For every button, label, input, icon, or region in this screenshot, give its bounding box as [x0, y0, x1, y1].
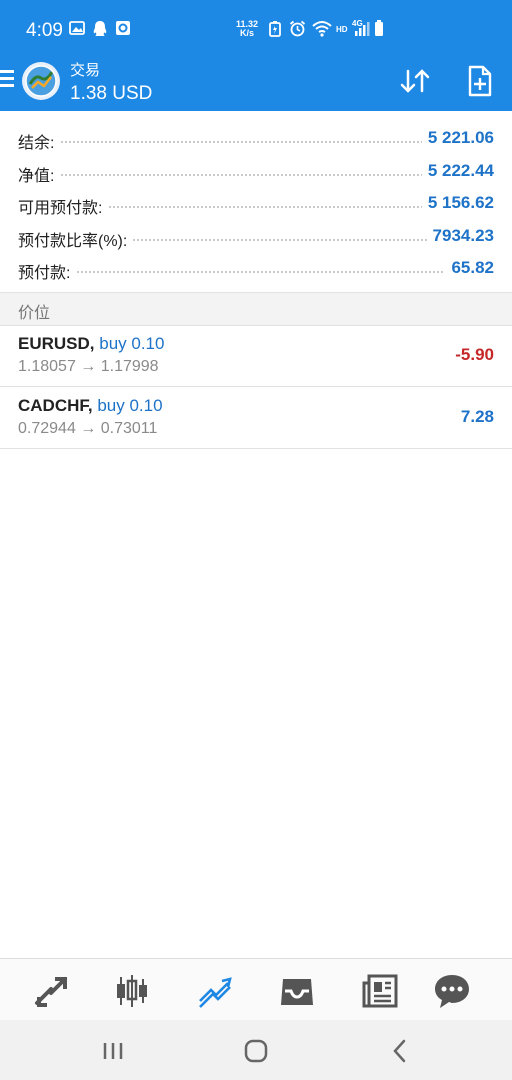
position-symbol: EURUSD, [18, 334, 95, 353]
menu-icon[interactable] [0, 70, 14, 90]
news-icon[interactable] [360, 971, 400, 1011]
positions-list: EURUSD, buy 0.10 1.18057 → 1.17998 -5.90… [0, 325, 512, 449]
summary-value: 65.82 [445, 258, 494, 278]
app-notification-icon [116, 21, 130, 35]
app-header: 交易 1.38 USD [0, 54, 512, 111]
summary-row-equity: 净值: 5 222.44 [0, 156, 512, 189]
hd-label: HD [336, 25, 348, 34]
summary-value: 5 221.06 [421, 128, 494, 148]
chart-icon[interactable] [112, 971, 152, 1011]
section-title: 价位 [18, 305, 51, 322]
top-bar: 4:09 11.32 K/s HD 4G 交易 1.38 USD [0, 0, 512, 111]
summary-row-margin: 预付款: 65.82 [0, 253, 512, 286]
summary-value: 5 222.44 [421, 160, 494, 181]
battery-icon [375, 20, 383, 36]
position-direction: buy 0.10 [97, 396, 163, 415]
position-row[interactable]: EURUSD, buy 0.10 1.18057 → 1.17998 -5.90 [0, 325, 512, 387]
wifi-icon [312, 21, 332, 37]
status-time: 4:09 [26, 20, 63, 41]
sort-icon[interactable] [398, 64, 432, 98]
new-order-icon[interactable] [463, 64, 497, 98]
quotes-icon[interactable] [31, 971, 71, 1011]
summary-value: 5 156.62 [421, 193, 494, 213]
alarm-icon [289, 20, 306, 37]
app-logo [22, 62, 60, 100]
position-prices: 0.72944 → 0.73011 [18, 420, 158, 437]
positions-section-header: 价位 [0, 292, 512, 326]
position-row[interactable]: CADCHF, buy 0.10 0.72944 → 0.73011 7.28 [0, 387, 512, 449]
summary-label: 结余: [18, 129, 61, 153]
qq-icon [93, 21, 107, 36]
trade-icon[interactable] [195, 971, 235, 1011]
summary-label: 预付款: [18, 259, 77, 283]
position-direction: buy 0.10 [99, 334, 165, 353]
recent-apps-icon[interactable] [98, 1036, 128, 1066]
page-title: 交易 [70, 62, 101, 79]
back-icon[interactable] [385, 1036, 415, 1066]
summary-label: 净值: [18, 161, 61, 186]
header-profit: 1.38 USD [70, 83, 153, 104]
battery-saver-icon [269, 21, 281, 37]
signal-icon [355, 22, 370, 36]
summary-value: 7934.23 [426, 225, 494, 246]
summary-row-margin-level: 预付款比率(%): 7934.23 [0, 221, 512, 254]
position-profit: 7.28 [460, 407, 494, 426]
chat-icon[interactable] [432, 971, 472, 1011]
gallery-icon [69, 21, 85, 35]
home-icon[interactable] [241, 1036, 271, 1066]
summary-label: 可用预付款: [18, 194, 109, 218]
bottom-tab-bar [0, 958, 512, 1021]
status-bar: 4:09 11.32 K/s HD 4G [0, 0, 512, 54]
summary-label: 预付款比率(%): [18, 226, 134, 251]
history-icon[interactable] [277, 971, 317, 1011]
position-prices: 1.18057 → 1.17998 [18, 358, 159, 375]
network-speed: 11.32 K/s [236, 19, 259, 38]
system-nav-bar [0, 1020, 512, 1080]
position-symbol: CADCHF, [18, 396, 93, 415]
summary-row-balance: 结余: 5 221.06 [0, 123, 512, 156]
position-profit: -5.90 [455, 345, 494, 364]
summary-row-free-margin: 可用预付款: 5 156.62 [0, 188, 512, 221]
account-summary: 结余: 5 221.06 净值: 5 222.44 可用预付款: 5 156.6… [0, 123, 512, 286]
